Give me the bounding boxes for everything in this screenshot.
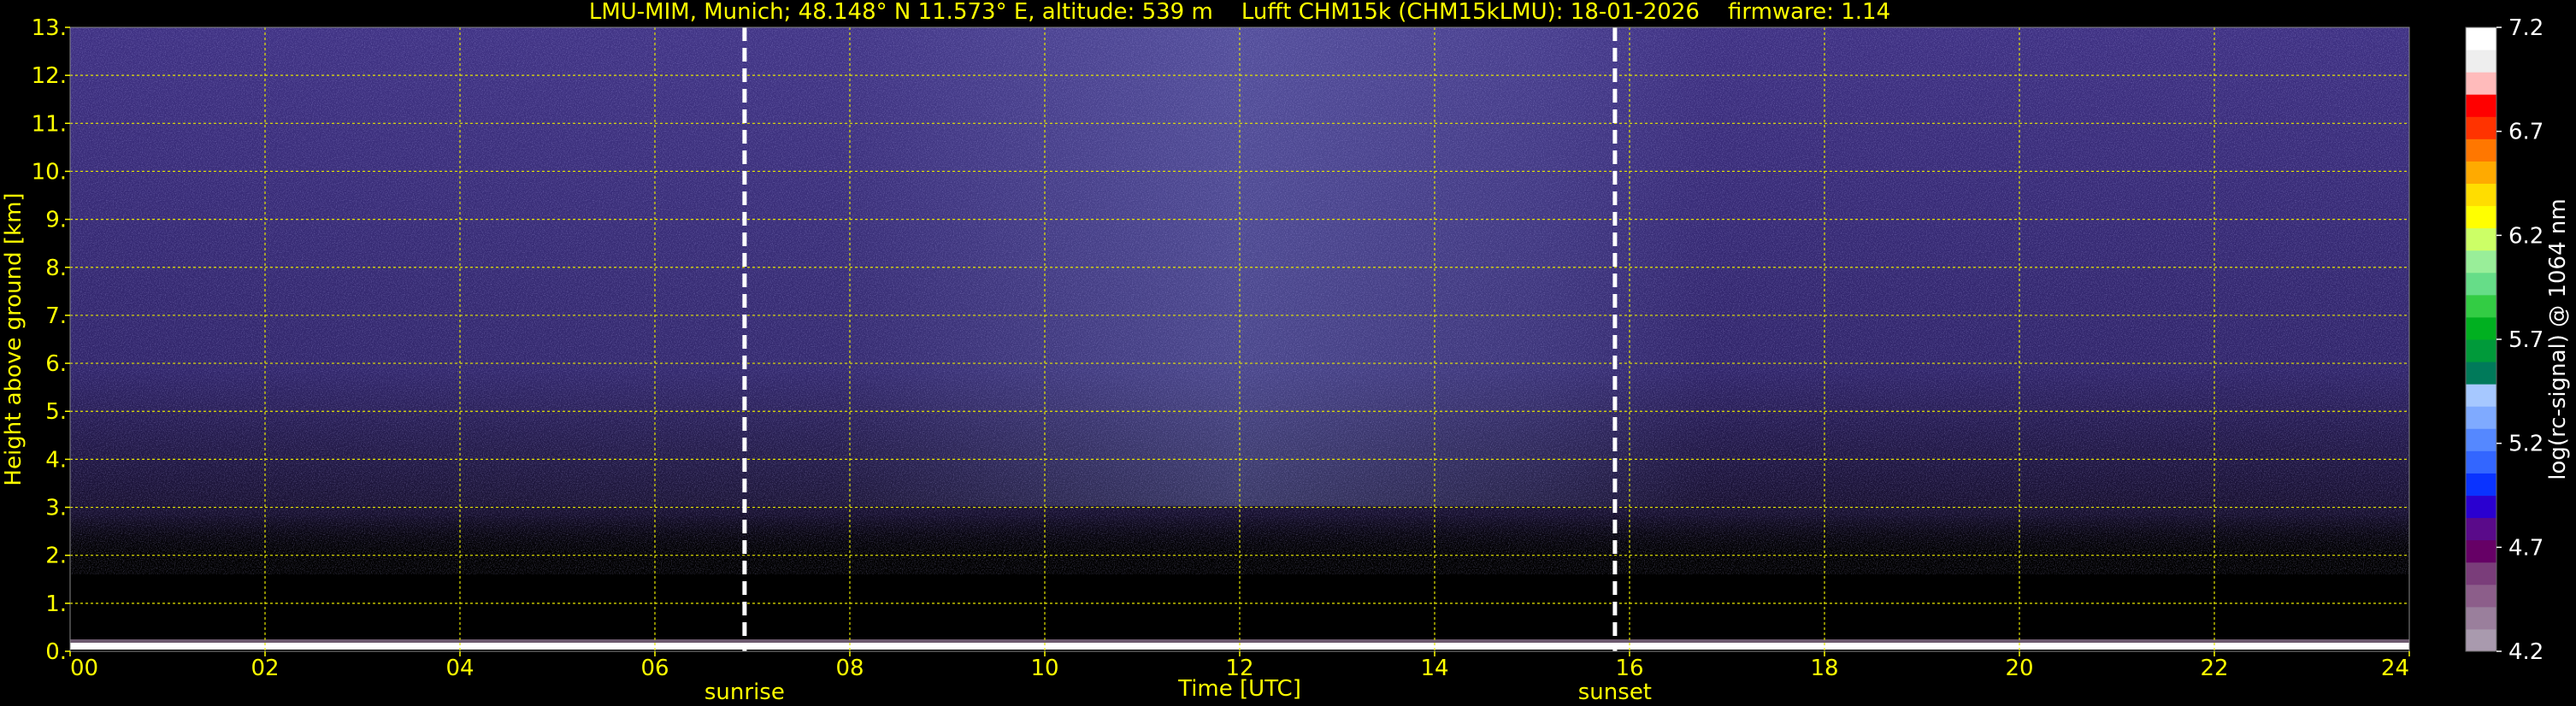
colorbar-segment: [2466, 450, 2496, 474]
y-tick-label: 9.: [45, 208, 67, 233]
colorbar-segment: [2466, 72, 2496, 95]
y-tick-label: 5.: [45, 399, 67, 425]
colorbar-segment: [2466, 94, 2496, 117]
x-tick-label: 10: [1030, 656, 1058, 681]
colorbar-tick-label: 4.2: [2508, 639, 2544, 665]
y-tick-label: 10.: [32, 159, 67, 185]
colorbar: 4.2 4.7 5.2 5.7 6.2 6.7 7.2 log(rc-signal) @ 1…: [2465, 15, 2571, 665]
y-tick-label: 3.: [45, 496, 67, 521]
colorbar-ticks: 4.2 4.7 5.2 5.7 6.2 6.7 7.2: [2496, 15, 2544, 665]
colorbar-segment: [2466, 183, 2496, 207]
colorbar-segment: [2466, 428, 2496, 451]
colorbar-tick-label: 5.2: [2508, 432, 2544, 457]
colorbar-segment: [2466, 517, 2496, 541]
x-tick-label: 06: [640, 656, 669, 681]
colorbar-segment: [2466, 138, 2496, 162]
colorbar-segment: [2466, 628, 2496, 652]
colorbar-tick-label: 5.7: [2508, 327, 2544, 353]
ceilometer-chart: sunrise sunset 00 02 04 06 08 10 12 14 16 18 20 22 24…: [1, 0, 2571, 705]
y-axis-ticks: 0. 1. 2. 3. 4. 5. 6. 7. 8. 9. 10. 11. 12. 13.: [32, 15, 70, 665]
colorbar-tick-label: 7.2: [2508, 15, 2544, 41]
colorbar-segment: [2466, 227, 2496, 251]
y-tick-label: 0.: [45, 639, 67, 665]
colorbar-segment: [2466, 116, 2496, 139]
colorbar-segment: [2466, 294, 2496, 318]
colorbar-segments: [2466, 27, 2496, 652]
x-tick-label: 00: [70, 656, 98, 681]
x-axis-label: Time [UTC]: [1177, 676, 1301, 702]
colorbar-segment: [2466, 362, 2496, 385]
colorbar-tick-label: 4.7: [2508, 535, 2544, 561]
colorbar-tick-label: 6.2: [2508, 223, 2544, 249]
colorbar-segment: [2466, 272, 2496, 296]
colorbar-segment: [2466, 27, 2496, 50]
x-tick-label: 24: [2381, 656, 2409, 681]
colorbar-segment: [2466, 539, 2496, 563]
x-tick-label: 18: [1810, 656, 1838, 681]
colorbar-segment: [2466, 606, 2496, 630]
colorbar-segment: [2466, 50, 2496, 73]
colorbar-segment: [2466, 495, 2496, 519]
sunset-label: sunset: [1578, 680, 1652, 705]
colorbar-segment: [2466, 161, 2496, 184]
colorbar-segment: [2466, 250, 2496, 274]
y-tick-label: 2.: [45, 544, 67, 569]
y-tick-label: 13.: [32, 15, 67, 41]
colorbar-segment: [2466, 205, 2496, 229]
colorbar-segment: [2466, 406, 2496, 429]
colorbar-segment: [2466, 473, 2496, 496]
y-tick-label: 6.: [45, 351, 67, 377]
x-tick-label: 14: [1420, 656, 1448, 681]
y-axis-label: Height above ground [km]: [1, 192, 27, 485]
colorbar-segment: [2466, 562, 2496, 585]
x-tick-label: 04: [445, 656, 474, 681]
x-tick-label: 02: [251, 656, 279, 681]
y-tick-label: 4.: [45, 447, 67, 473]
y-tick-label: 1.: [45, 591, 67, 617]
x-tick-label: 22: [2200, 656, 2228, 681]
y-tick-label: 12.: [32, 63, 67, 89]
chart-title: LMU-MIM, Munich; 48.148° N 11.573° E, al…: [589, 0, 1890, 25]
colorbar-segment: [2466, 339, 2496, 362]
x-tick-label: 08: [835, 656, 864, 681]
y-tick-label: 7.: [45, 303, 67, 329]
colorbar-segment: [2466, 584, 2496, 608]
y-tick-label: 8.: [45, 256, 67, 281]
colorbar-tick-label: 6.7: [2508, 120, 2544, 145]
x-tick-label: 16: [1615, 656, 1643, 681]
colorbar-segment: [2466, 384, 2496, 407]
colorbar-segment: [2466, 316, 2496, 340]
sunrise-label: sunrise: [704, 680, 785, 705]
y-tick-label: 11.: [32, 111, 67, 137]
colorbar-label: log(rc-signal) @ 1064 nm: [2545, 198, 2571, 479]
x-tick-label: 20: [2005, 656, 2033, 681]
